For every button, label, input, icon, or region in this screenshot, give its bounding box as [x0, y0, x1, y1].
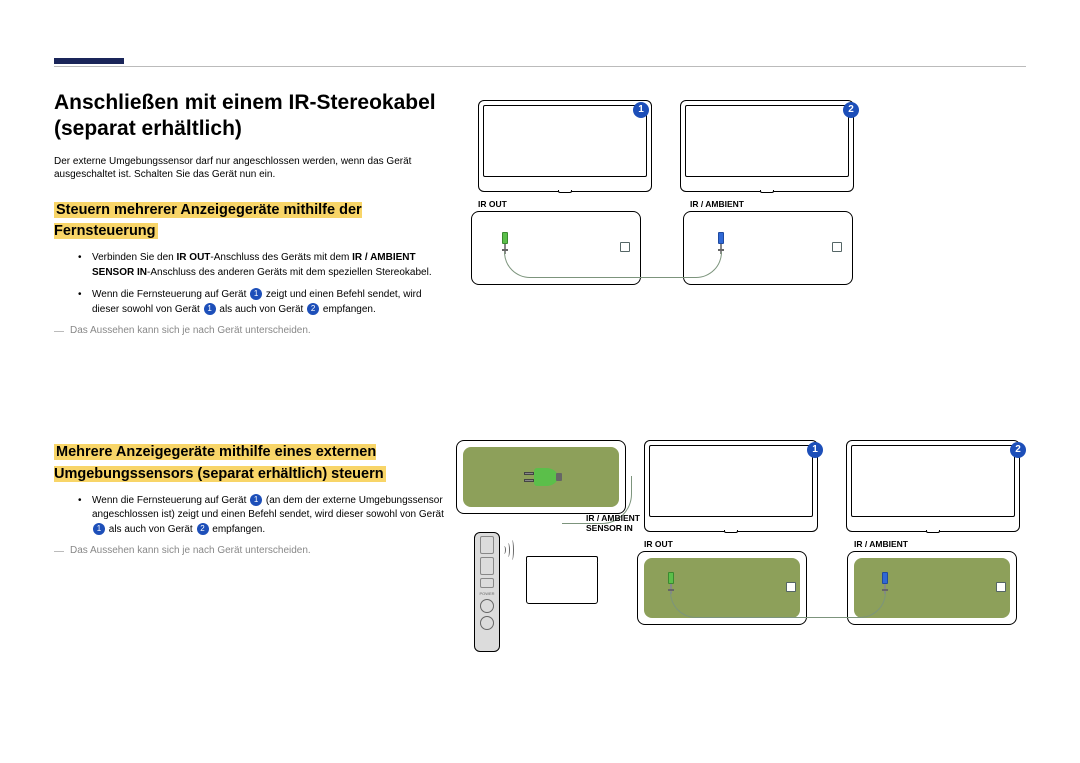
inline-badge-2: 2: [197, 523, 209, 535]
monitor-1: [644, 440, 818, 532]
header-accent-bar: [54, 58, 124, 64]
jack-blue-2: [882, 572, 888, 594]
inline-badge-1: 1: [93, 523, 105, 535]
diagram-1: 1 2 IR OUT IR / AMBIENT SENSOR IN: [472, 92, 1032, 312]
section1-heading-wrap: Steuern mehrerer Anzeigegeräte mithilfe …: [54, 200, 454, 244]
port-3: [786, 582, 796, 592]
stereo-cable-2: [670, 592, 886, 618]
jack-green-2: [668, 572, 674, 594]
section1-bullets: Verbinden Sie den IR OUT-Anschluss des G…: [78, 251, 448, 317]
section2-column: Mehrere Anzeigegeräte mithilfe eines ext…: [54, 442, 454, 556]
section2-heading: Mehrere Anzeigegeräte mithilfe eines ext…: [54, 444, 386, 482]
inline-badge-2: 2: [307, 303, 319, 315]
inline-badge-1: 1: [250, 494, 262, 506]
section1-heading: Steuern mehrerer Anzeigegeräte mithilfe …: [54, 202, 362, 240]
header-rule: [54, 66, 1026, 67]
inline-badge-1: 1: [250, 288, 262, 300]
remote-control: POWER: [474, 532, 500, 652]
jack-green: [502, 232, 508, 254]
badge-2: 2: [843, 102, 859, 118]
port-4: [996, 582, 1006, 592]
label-ir-out-2: IR OUT: [644, 540, 673, 550]
label-ir-out: IR OUT: [478, 200, 507, 210]
badge-1: 1: [633, 102, 649, 118]
page-title: Anschließen mit einem IR-Stereokabel (se…: [54, 90, 454, 143]
label-ir-ambient-sensor: IR / AMBIENTSENSOR IN: [586, 514, 640, 534]
monitor-2: [680, 100, 854, 192]
section2-bullets: Wenn die Fernsteuerung auf Gerät 1 (an d…: [78, 494, 448, 538]
monitor-1: [478, 100, 652, 192]
external-sensor-box: [526, 560, 598, 604]
jack-blue: [718, 232, 724, 254]
intro-paragraph: Der externe Umgebungssensor darf nur ang…: [54, 155, 444, 182]
diagram-2: IR / AMBIENTSENSOR IN POWER 1 2 IR OUT I…: [456, 432, 1036, 662]
monitor-2: [846, 440, 1020, 532]
badge-2: 2: [1010, 442, 1026, 458]
left-column: Anschließen mit einem IR-Stereokabel (se…: [54, 90, 454, 336]
section2-bullet-1: Wenn die Fernsteuerung auf Gerät 1 (an d…: [78, 494, 448, 538]
stereo-cable: [504, 252, 722, 278]
inline-badge-1: 1: [204, 303, 216, 315]
port-1: [620, 242, 630, 252]
section1-note: Das Aussehen kann sich je nach Gerät unt…: [54, 325, 454, 336]
port-2: [832, 242, 842, 252]
section2-note: Das Aussehen kann sich je nach Gerät unt…: [54, 545, 454, 556]
badge-1: 1: [807, 442, 823, 458]
section2-heading-wrap: Mehrere Anzeigegeräte mithilfe eines ext…: [54, 442, 454, 486]
section1-bullet-2: Wenn die Fernsteuerung auf Gerät 1 zeigt…: [78, 288, 448, 317]
section1-bullet-1: Verbinden Sie den IR OUT-Anschluss des G…: [78, 251, 448, 280]
